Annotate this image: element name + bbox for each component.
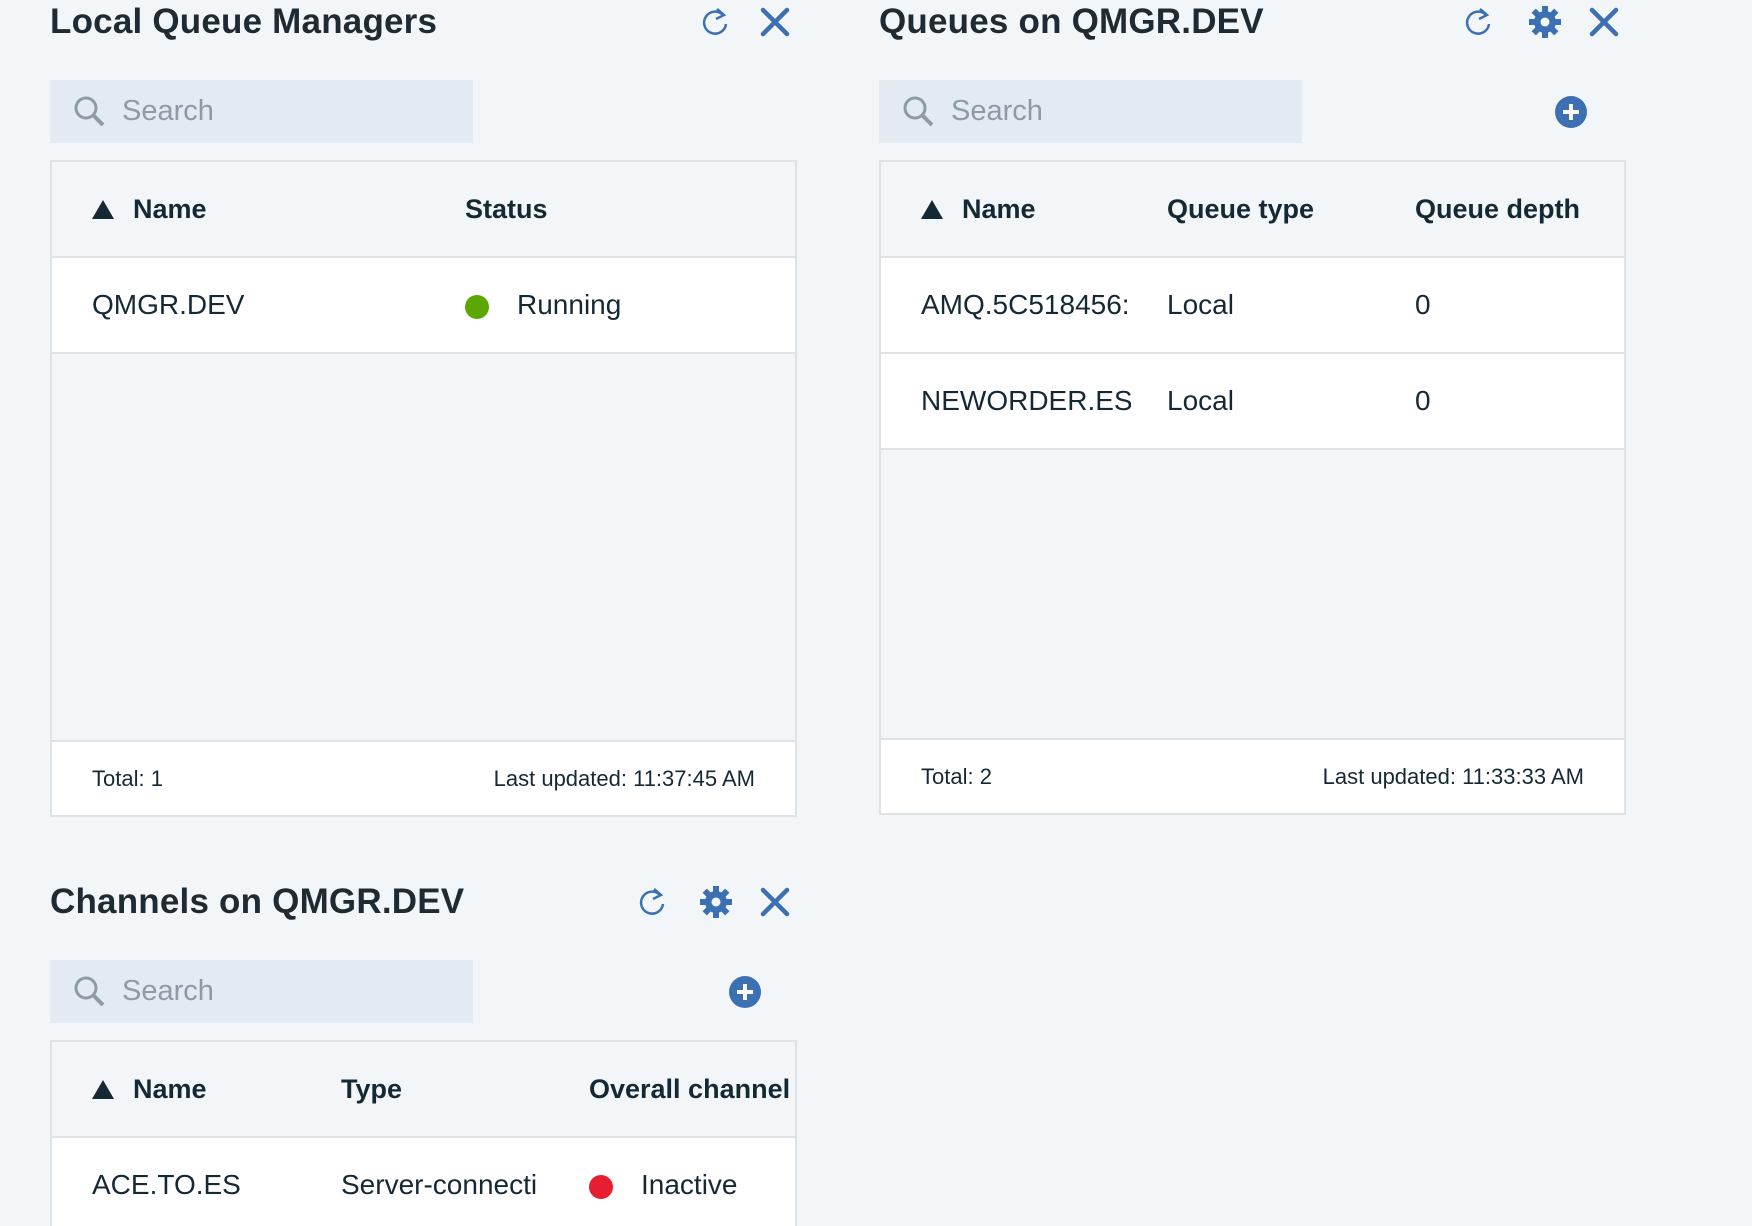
widget-toolbar <box>879 80 1626 160</box>
column-header-queue-depth[interactable]: Queue depth <box>1415 194 1580 225</box>
table-row[interactable]: ACE.TO.ES Server-connecti Inactive <box>52 1138 795 1226</box>
last-updated: Last updated: 11:37:45 AM <box>493 765 755 791</box>
channel-status: Inactive <box>589 1169 738 1201</box>
queue-depth: 0 <box>1415 289 1431 320</box>
sort-ascending-icon[interactable] <box>92 1079 114 1099</box>
table-row[interactable]: AMQ.5C518456: Local 0 <box>881 258 1624 354</box>
queue-name: NEWORDER.ES <box>921 385 1131 416</box>
search-input[interactable] <box>122 975 442 1008</box>
search-box[interactable] <box>879 80 1302 143</box>
add-icon <box>1555 96 1587 128</box>
widget-header: Channels on QMGR.DEV <box>50 880 797 930</box>
widget-title: Local Queue Managers <box>50 2 438 41</box>
column-header-name[interactable]: Name <box>133 194 207 225</box>
column-header-name[interactable]: Name <box>962 194 1036 225</box>
total-count: Total: 2 <box>921 763 992 789</box>
column-header-type[interactable]: Type <box>341 1074 402 1105</box>
table-header: Name Queue type Queue depth <box>881 162 1624 258</box>
table-row[interactable]: NEWORDER.ES Local 0 <box>881 354 1624 450</box>
search-icon <box>70 92 110 132</box>
queues-widget: Queues on QMGR.DEV Name Queue type Queue… <box>879 0 1626 815</box>
search-box[interactable] <box>50 960 473 1023</box>
column-header-overall-channel[interactable]: Overall channel <box>589 1074 795 1105</box>
column-header-status[interactable]: Status <box>465 194 548 225</box>
channel-name: ACE.TO.ES <box>92 1169 241 1200</box>
column-header-name[interactable]: Name <box>133 1074 207 1105</box>
widget-header: Queues on QMGR.DEV <box>879 0 1626 50</box>
widget-title: Queues on QMGR.DEV <box>879 2 1264 41</box>
refresh-icon[interactable] <box>694 0 738 44</box>
channel-type: Server-connecti <box>341 1169 538 1200</box>
close-icon[interactable] <box>753 0 797 44</box>
refresh-icon[interactable] <box>1457 0 1501 44</box>
table-empty-area <box>881 450 1624 738</box>
last-updated: Last updated: 11:33:33 AM <box>1322 763 1584 789</box>
add-channel-button[interactable] <box>725 972 765 1012</box>
search-icon <box>70 972 110 1012</box>
queue-type: Local <box>1167 289 1234 320</box>
table-header: Name Status <box>52 162 795 258</box>
queues-table: Name Queue type Queue depth AMQ.5C518456… <box>879 160 1626 815</box>
widget-header: Local Queue Managers <box>50 0 797 50</box>
widget-toolbar <box>50 80 797 160</box>
refresh-icon[interactable] <box>631 880 675 924</box>
status-dot-icon <box>465 294 489 319</box>
gear-icon[interactable] <box>694 880 738 924</box>
table-empty-area <box>52 354 795 740</box>
search-box[interactable] <box>50 80 473 143</box>
add-icon <box>729 976 761 1008</box>
queue-depth: 0 <box>1415 385 1431 416</box>
channels-widget: Channels on QMGR.DEV Name Type Overall c… <box>50 880 797 1226</box>
qmgr-name: QMGR.DEV <box>92 289 245 320</box>
gear-icon[interactable] <box>1523 0 1567 44</box>
search-input[interactable] <box>951 95 1271 128</box>
table-footer: Total: 1 Last updated: 11:37:45 AM <box>52 740 795 815</box>
search-icon <box>899 92 939 132</box>
local-queue-managers-widget: Local Queue Managers Name Status QMGR.DE… <box>50 0 797 817</box>
table-row[interactable]: QMGR.DEV Running <box>52 258 795 354</box>
queue-managers-table: Name Status QMGR.DEV Running Total: 1 La… <box>50 160 797 817</box>
close-icon[interactable] <box>1582 0 1626 44</box>
widget-title: Channels on QMGR.DEV <box>50 882 465 921</box>
table-header: Name Type Overall channel <box>52 1042 795 1138</box>
search-input[interactable] <box>122 95 442 128</box>
status-label: Running <box>517 289 622 320</box>
total-count: Total: 1 <box>92 765 163 791</box>
table-footer: Total: 2 Last updated: 11:33:33 AM <box>881 738 1624 813</box>
column-header-queue-type[interactable]: Queue type <box>1167 194 1314 225</box>
sort-ascending-icon[interactable] <box>921 199 943 219</box>
queue-name: AMQ.5C518456: <box>921 289 1130 320</box>
status-label: Inactive <box>641 1169 738 1200</box>
channels-table: Name Type Overall channel ACE.TO.ES Serv… <box>50 1040 797 1226</box>
queue-type: Local <box>1167 385 1234 416</box>
status-dot-icon <box>589 1174 613 1199</box>
qmgr-status: Running <box>465 289 621 321</box>
add-queue-button[interactable] <box>1551 92 1591 132</box>
widget-toolbar <box>50 960 797 1040</box>
close-icon[interactable] <box>753 880 797 924</box>
sort-ascending-icon[interactable] <box>92 199 114 219</box>
